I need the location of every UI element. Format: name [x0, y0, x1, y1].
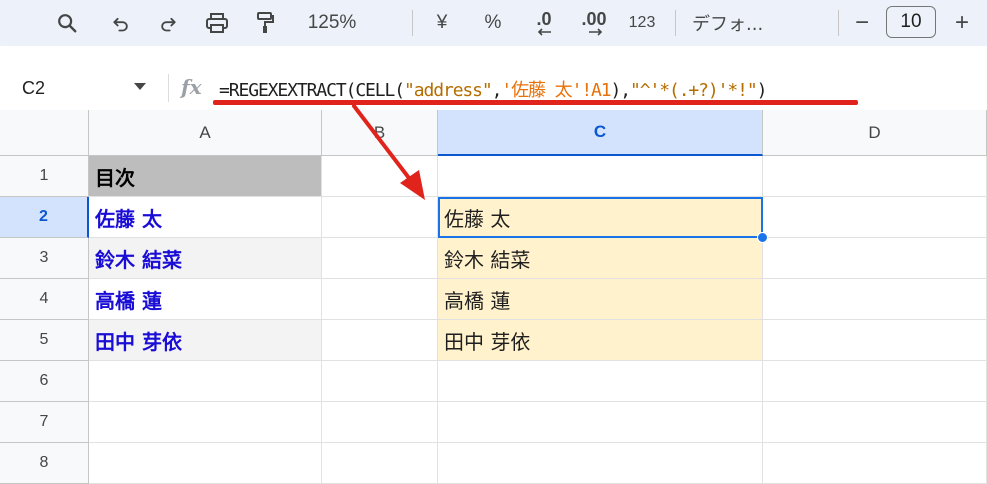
- annotation-arrow-line: [352, 104, 414, 184]
- annotation-arrow-overlay: [352, 104, 425, 200]
- annotation-arrow-head: [400, 170, 425, 200]
